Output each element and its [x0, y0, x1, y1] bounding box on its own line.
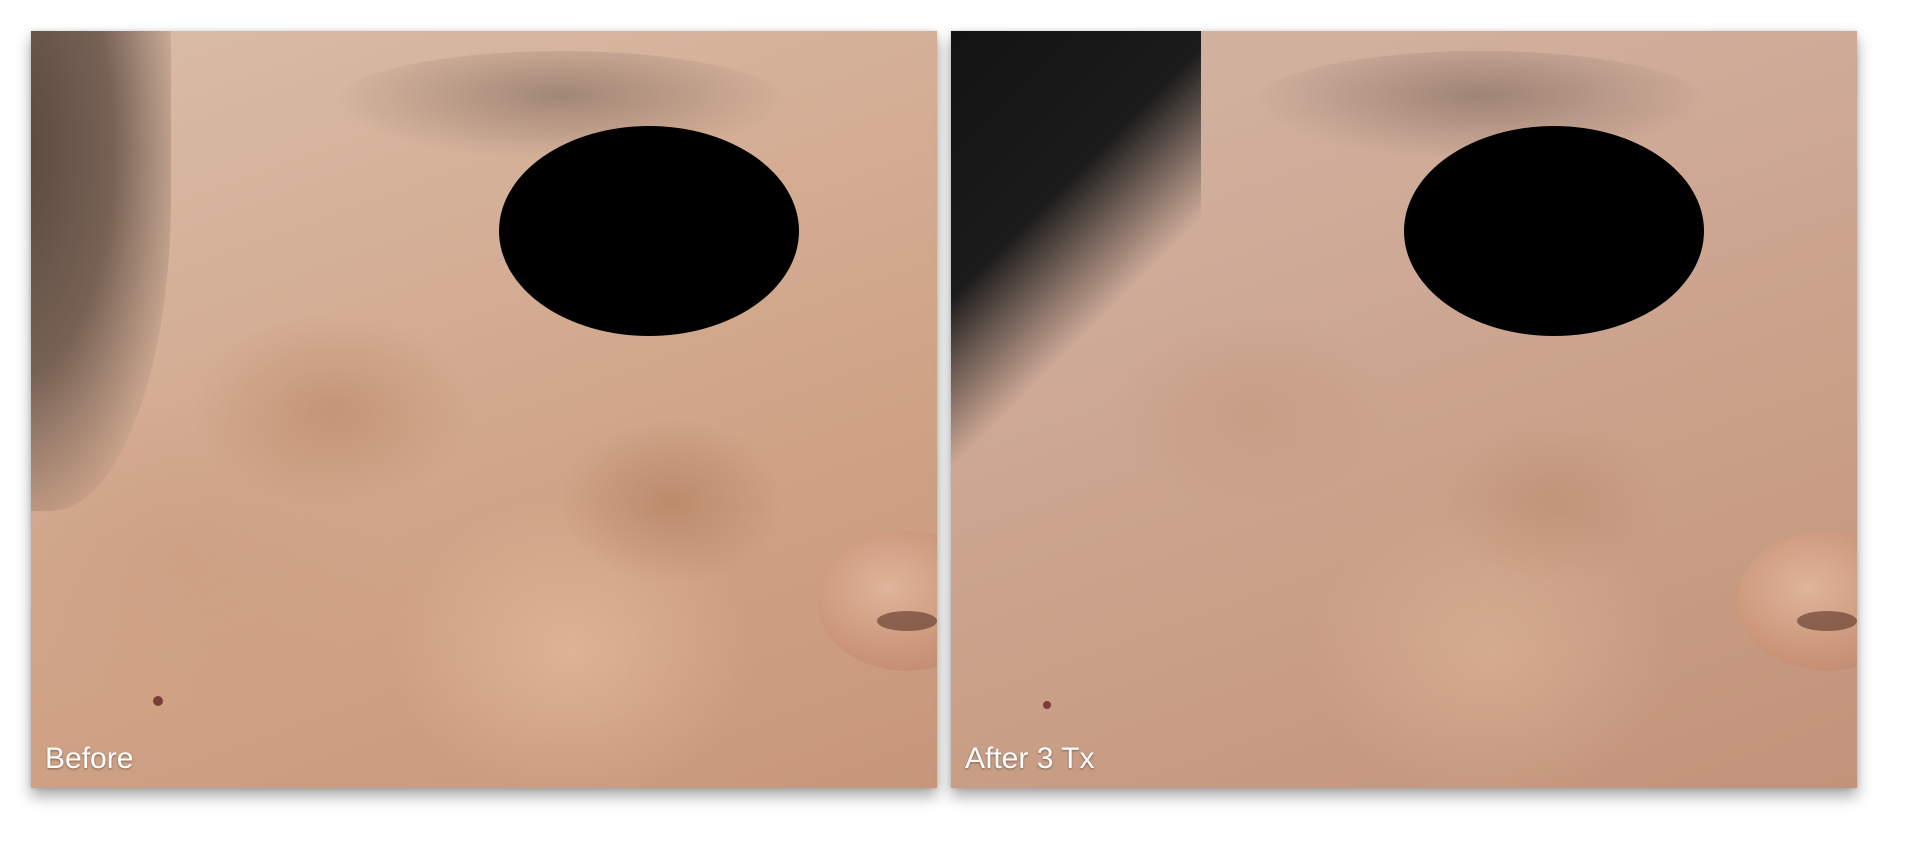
comparison-image: Before After 3 Tx: [0, 0, 1920, 851]
after-caption: After 3 Tx: [965, 742, 1095, 775]
eye-privacy-mask: [1404, 126, 1704, 336]
after-face-photo: [951, 31, 1857, 788]
before-caption: Before: [45, 742, 134, 775]
before-face-photo: [31, 31, 937, 788]
eye-privacy-mask: [499, 126, 799, 336]
after-photo-panel: After 3 Tx: [951, 31, 1857, 788]
before-photo-panel: Before: [31, 31, 937, 788]
